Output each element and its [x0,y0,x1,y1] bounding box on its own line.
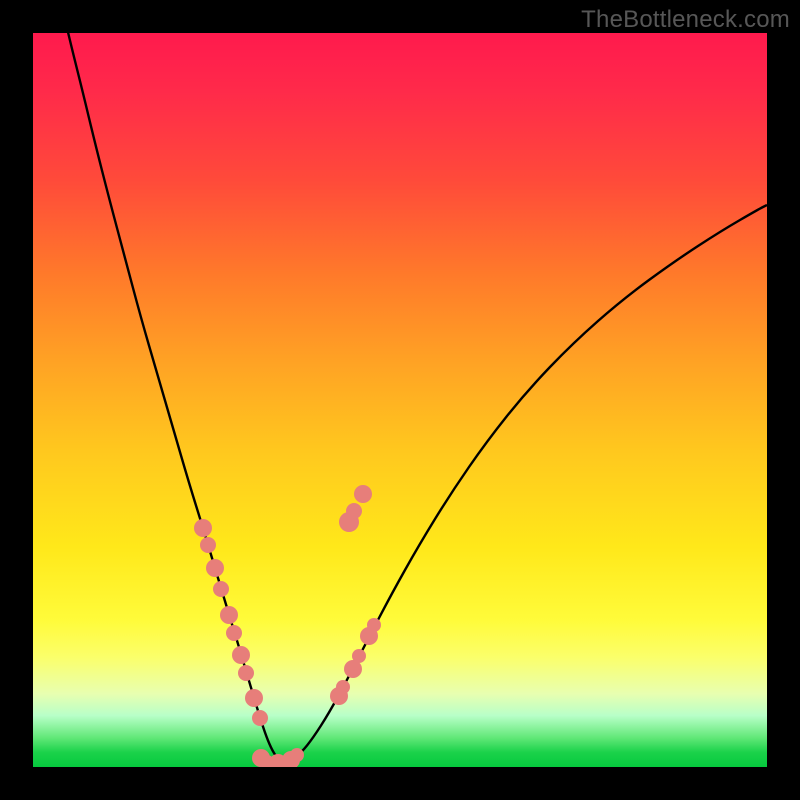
data-marker [290,748,304,762]
data-marker [220,606,238,624]
data-markers [194,485,381,767]
data-marker [194,519,212,537]
plot-area [33,33,767,767]
data-marker [226,625,242,641]
left-curve [67,33,283,763]
right-curve [283,205,767,763]
data-marker [238,665,254,681]
data-marker [213,581,229,597]
data-marker [367,618,381,632]
watermark-text: TheBottleneck.com [581,6,790,34]
data-marker [346,503,362,519]
data-marker [200,537,216,553]
data-marker [232,646,250,664]
curve-layer [33,33,767,767]
data-marker [245,689,263,707]
data-marker [206,559,224,577]
data-marker [252,710,268,726]
data-marker [336,680,350,694]
chart-frame: TheBottleneck.com [0,0,800,800]
data-marker [352,649,366,663]
data-marker [354,485,372,503]
